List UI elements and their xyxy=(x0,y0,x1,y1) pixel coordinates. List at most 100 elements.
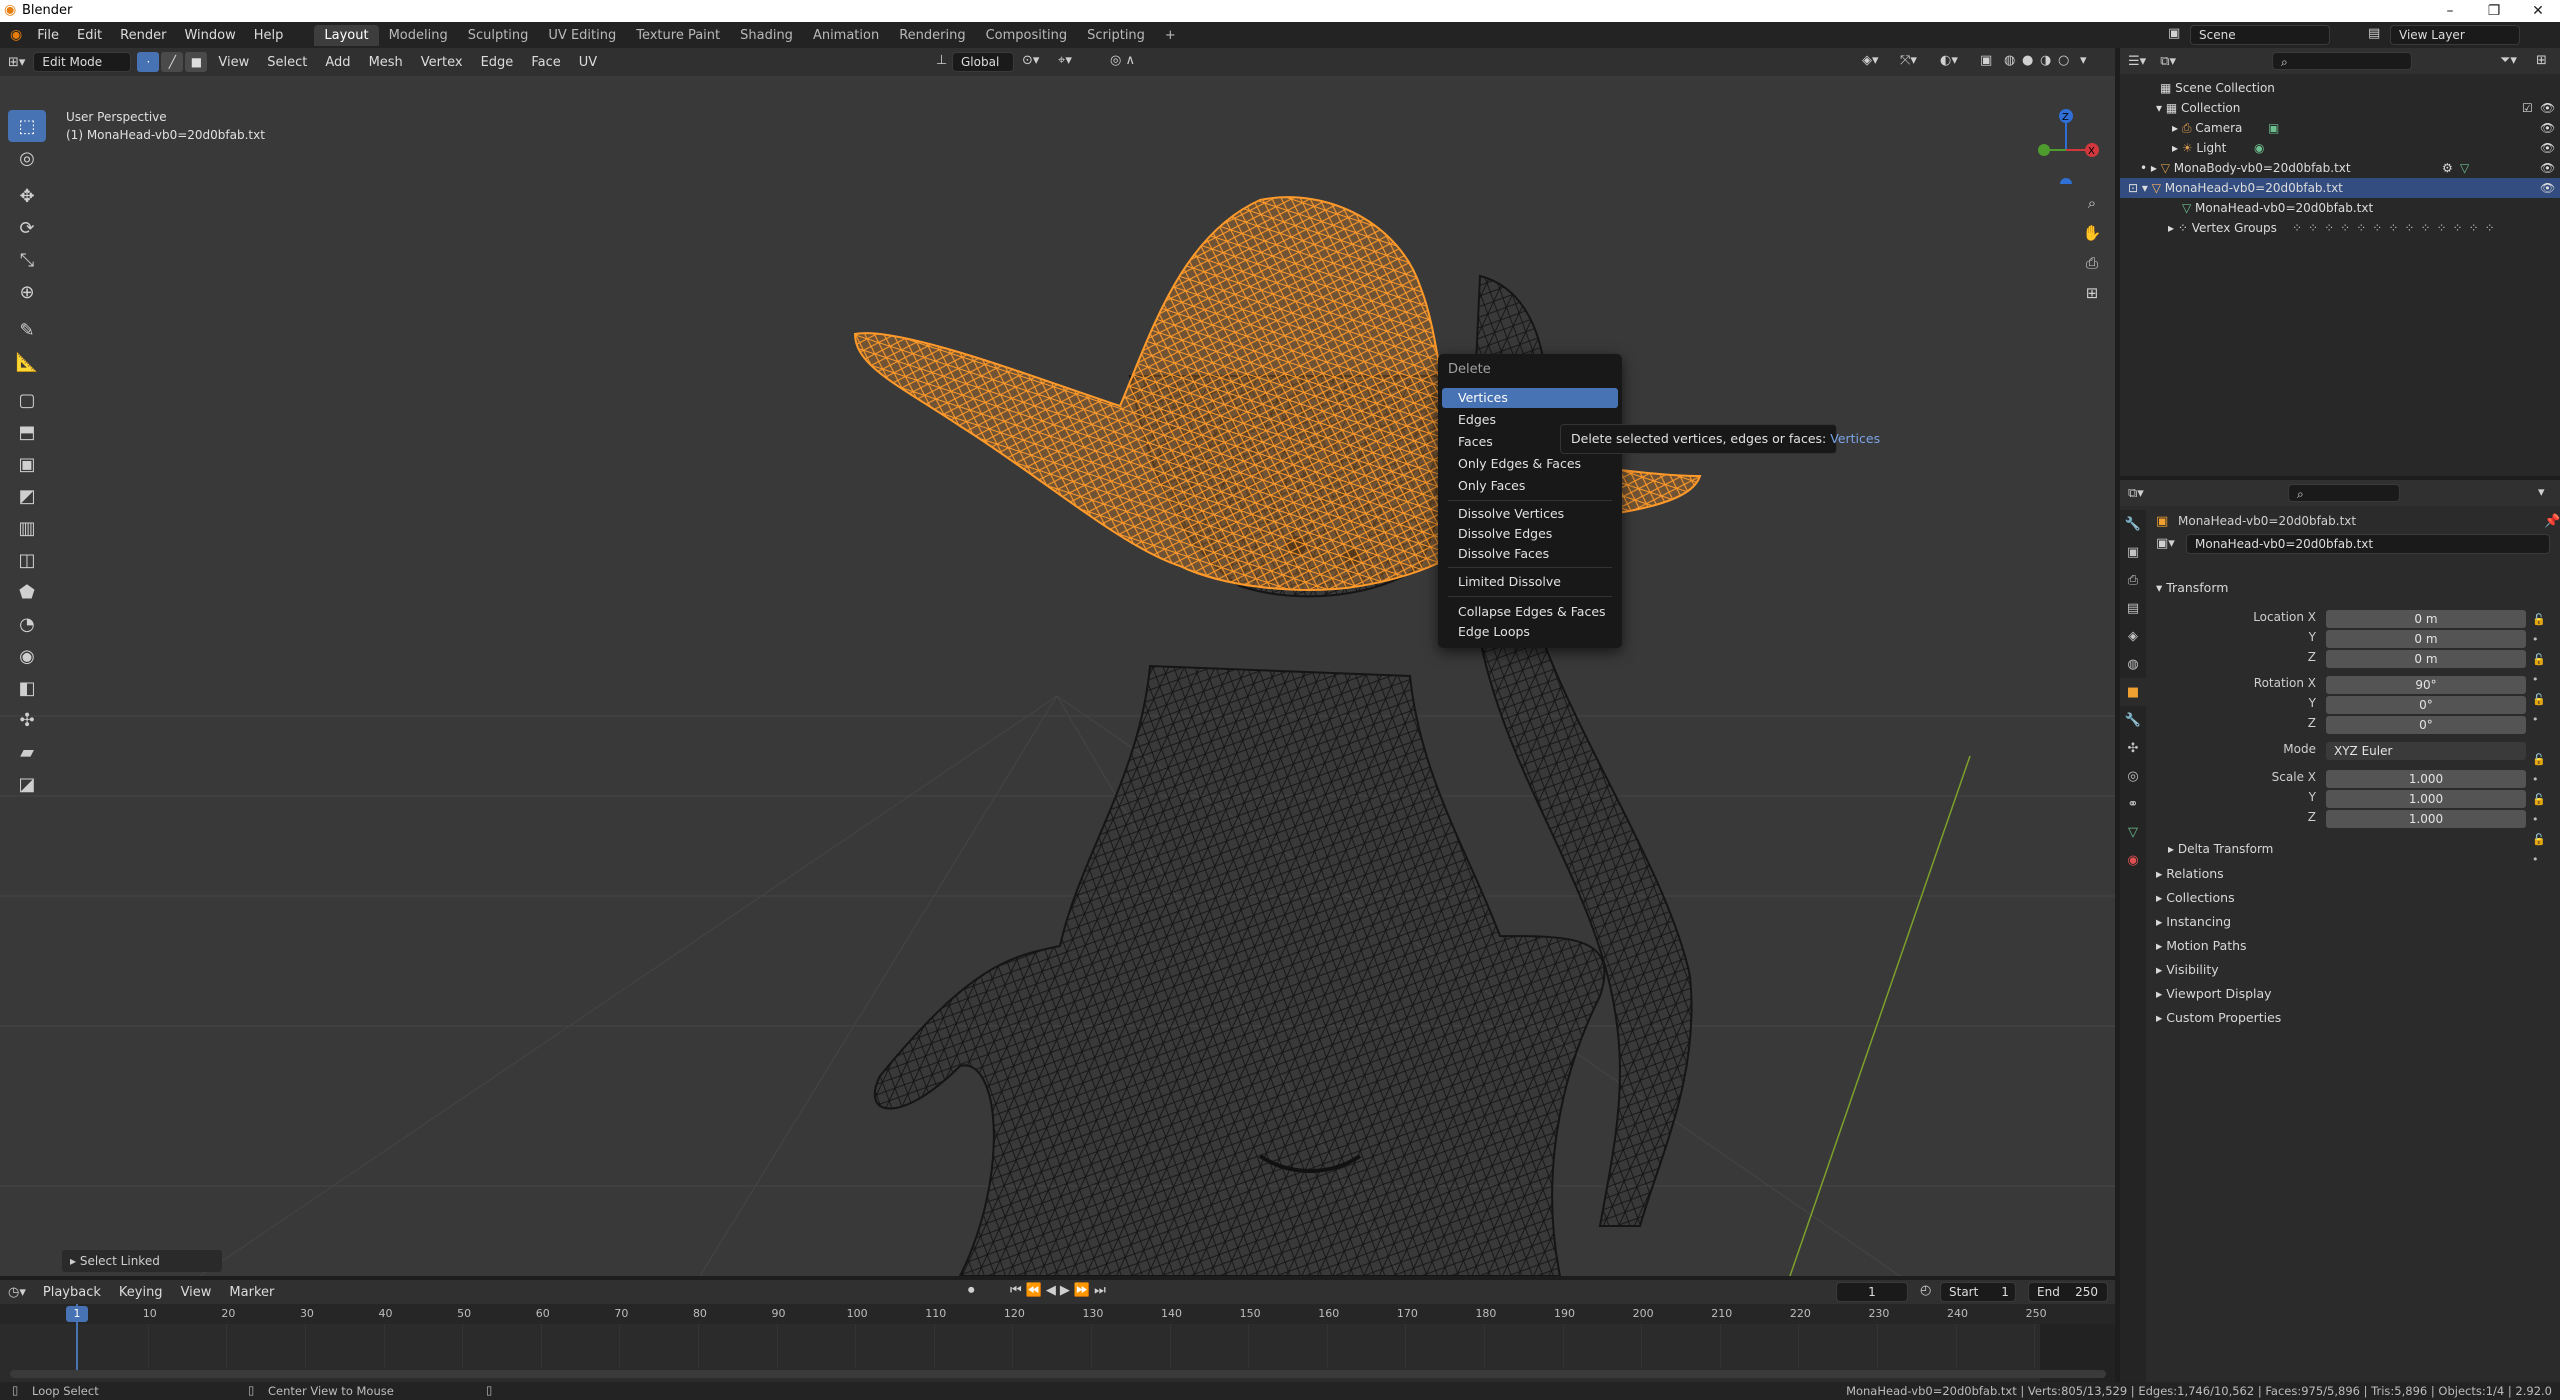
3d-viewport[interactable]: User Perspective (1) MonaHead-vb0=20d0bf… xyxy=(0,76,2115,1276)
outliner-row-selected[interactable]: ⊡ ▾ ▽ MonaHead-vb0=20d0bfab.txt 👁 xyxy=(2120,178,2560,198)
menu-render[interactable]: Render xyxy=(111,28,175,43)
menu-keying[interactable]: Keying xyxy=(110,1285,172,1300)
menu-playback[interactable]: Playback xyxy=(34,1285,110,1300)
viewport-display-panel-header[interactable]: ▸ Viewport Display xyxy=(2156,986,2272,1001)
rotation-mode-select[interactable]: XYZ Euler xyxy=(2326,742,2526,760)
collections-panel-header[interactable]: ▸ Collections xyxy=(2156,890,2235,905)
view-layer-tab-icon[interactable]: ▤ xyxy=(2120,594,2146,622)
cursor-tool-icon[interactable]: ◎ xyxy=(8,142,46,174)
material-tab-icon[interactable]: ◉ xyxy=(2120,846,2146,874)
expand-arrow-icon[interactable]: ▸ xyxy=(2168,221,2178,235)
expand-arrow-icon[interactable]: ▸ xyxy=(2172,141,2182,155)
shear-tool-icon[interactable]: ▰ xyxy=(8,736,46,768)
menu-help[interactable]: Help xyxy=(245,28,293,43)
edge-slide-tool-icon[interactable]: ◧ xyxy=(8,672,46,704)
editor-type-icon[interactable]: ⊞▾ xyxy=(0,55,33,70)
maximize-button[interactable]: ❐ xyxy=(2472,0,2516,22)
loop-cut-tool-icon[interactable]: ▥ xyxy=(8,512,46,544)
scale-z-field[interactable]: 1.000 xyxy=(2326,810,2526,828)
eye-icon[interactable]: 👁 xyxy=(2540,98,2555,118)
menu-face[interactable]: Face xyxy=(522,55,569,70)
timeline-editor-icon[interactable]: ◷▾ xyxy=(0,1285,34,1300)
pivot-icon[interactable]: ⊙▾ xyxy=(1022,53,1039,68)
add-cube-tool-icon[interactable]: ▢ xyxy=(8,384,46,416)
tab-uv-editing[interactable]: UV Editing xyxy=(538,25,626,46)
new-collection-icon[interactable]: ⊞ xyxy=(2536,53,2547,68)
face-select-icon[interactable]: ■ xyxy=(185,52,208,72)
navigation-gizmo[interactable]: Z X xyxy=(2030,104,2110,184)
dissolve-vertices-item[interactable]: Dissolve Vertices xyxy=(1442,504,1618,524)
measure-tool-icon[interactable]: 📐 xyxy=(8,346,46,378)
vertex-select-icon[interactable]: · xyxy=(137,52,160,72)
tab-shading[interactable]: Shading xyxy=(730,25,803,46)
lock-keyframe-icons[interactable]: 🔓• 🔓• 🔓• 🔓• 🔓• 🔓• xyxy=(2532,610,2552,870)
location-x-field[interactable]: 0 m xyxy=(2326,610,2526,628)
edge-loops-item[interactable]: Edge Loops xyxy=(1442,622,1618,642)
camera-view-icon[interactable]: ⎙ xyxy=(2080,254,2104,284)
shading-wireframe-icon[interactable]: ◍ xyxy=(2004,53,2015,68)
xray-icon[interactable]: ▣ xyxy=(1980,53,1992,68)
edit-mode-icon[interactable]: ⊡ ▾ xyxy=(2128,181,2152,195)
close-window-button[interactable]: ✕ xyxy=(2516,0,2560,22)
orientation-selector[interactable]: Global xyxy=(952,52,1014,72)
edge-select-icon[interactable]: ╱ xyxy=(161,52,184,72)
outliner-row[interactable]: ▾ ▦ Collection ☑ 👁 xyxy=(2120,98,2560,118)
outliner-row[interactable]: ▸ ⎙ Camera ▣ 👁 xyxy=(2120,118,2560,138)
menu-window[interactable]: Window xyxy=(175,28,244,43)
extrude-tool-icon[interactable]: ⬒ xyxy=(8,416,46,448)
add-workspace-button[interactable]: + xyxy=(1155,25,1186,46)
end-frame-field[interactable]: End 250 xyxy=(2028,1282,2108,1302)
outliner-row[interactable]: ▽ MonaHead-vb0=20d0bfab.txt xyxy=(2120,198,2560,218)
minimize-button[interactable]: – xyxy=(2428,0,2472,22)
constraints-tab-icon[interactable]: ⚭ xyxy=(2120,790,2146,818)
zoom-icon[interactable]: ⌕ xyxy=(2080,194,2104,224)
collapse-edges-faces-item[interactable]: Collapse Edges & Faces xyxy=(1442,602,1618,622)
location-z-field[interactable]: 0 m xyxy=(2326,650,2526,668)
display-mode-icon[interactable]: ⧉▾ xyxy=(2154,54,2182,69)
snap-icon[interactable]: ⌖▾ xyxy=(1058,53,1072,68)
eye-icon[interactable]: 👁 xyxy=(2540,118,2555,138)
properties-search-input[interactable]: ⌕ xyxy=(2288,484,2400,502)
scale-tool-icon[interactable]: ⤡ xyxy=(8,244,46,276)
visibility-panel-header[interactable]: ▸ Visibility xyxy=(2156,962,2219,977)
menu-marker[interactable]: Marker xyxy=(220,1285,283,1300)
mode-selector[interactable]: Edit Mode xyxy=(33,52,132,72)
rotation-y-field[interactable]: 0° xyxy=(2326,696,2526,714)
mesh-data-tab-icon[interactable]: ▽ xyxy=(2120,818,2146,846)
location-y-field[interactable]: 0 m xyxy=(2326,630,2526,648)
outliner-editor-icon[interactable]: ☰▾ xyxy=(2120,54,2154,69)
object-tab-icon[interactable]: ■ xyxy=(2120,678,2146,706)
inset-tool-icon[interactable]: ▣ xyxy=(8,448,46,480)
delete-only-faces-item[interactable]: Only Faces xyxy=(1442,476,1618,496)
visibility-icon[interactable]: ◈▾ xyxy=(1862,53,1879,68)
eye-icon[interactable]: 👁 xyxy=(2540,178,2555,198)
rotation-x-field[interactable]: 90° xyxy=(2326,676,2526,694)
overlay-icon[interactable]: ◐▾ xyxy=(1940,53,1958,68)
expand-arrow-icon[interactable]: • ▸ xyxy=(2140,161,2161,175)
menu-timeline-view[interactable]: View xyxy=(172,1285,221,1300)
object-browse-icon[interactable]: ▣▾ xyxy=(2156,536,2175,551)
menu-add[interactable]: Add xyxy=(316,55,359,70)
ortho-grid-icon[interactable]: ⊞ xyxy=(2080,284,2104,314)
output-tab-icon[interactable]: ⎙ xyxy=(2120,566,2146,594)
pan-hand-icon[interactable]: ✋ xyxy=(2080,224,2104,254)
scene-selector[interactable]: Scene xyxy=(2190,25,2330,45)
last-operator-panel[interactable]: ▸ Select Linked xyxy=(62,1250,222,1272)
spin-tool-icon[interactable]: ◔ xyxy=(8,608,46,640)
timeline-scrollbar[interactable] xyxy=(10,1370,2106,1378)
delta-transform-header[interactable]: ▸ Delta Transform xyxy=(2168,842,2273,856)
menu-edge[interactable]: Edge xyxy=(472,55,523,70)
rotate-tool-icon[interactable]: ⟳ xyxy=(8,212,46,244)
tab-animation[interactable]: Animation xyxy=(803,25,889,46)
start-frame-field[interactable]: Start 1 xyxy=(1940,1282,2016,1302)
timeline[interactable]: 10 20 30 40 50 60 70 80 90 100 110 120 130 140 150 160 1… xyxy=(0,1304,2115,1384)
menu-file[interactable]: File xyxy=(28,28,68,43)
blender-menu-icon[interactable]: ◉ xyxy=(0,27,28,43)
rotation-z-field[interactable]: 0° xyxy=(2326,716,2526,734)
timer-icon[interactable]: ◴ xyxy=(1920,1283,1931,1298)
shading-rendered-icon[interactable]: ○ xyxy=(2058,53,2069,68)
tab-modeling[interactable]: Modeling xyxy=(379,25,458,46)
annotate-tool-icon[interactable]: ✎ xyxy=(8,314,46,346)
menu-edit[interactable]: Edit xyxy=(68,28,111,43)
select-tool-icon[interactable]: ⬚ xyxy=(8,110,46,142)
